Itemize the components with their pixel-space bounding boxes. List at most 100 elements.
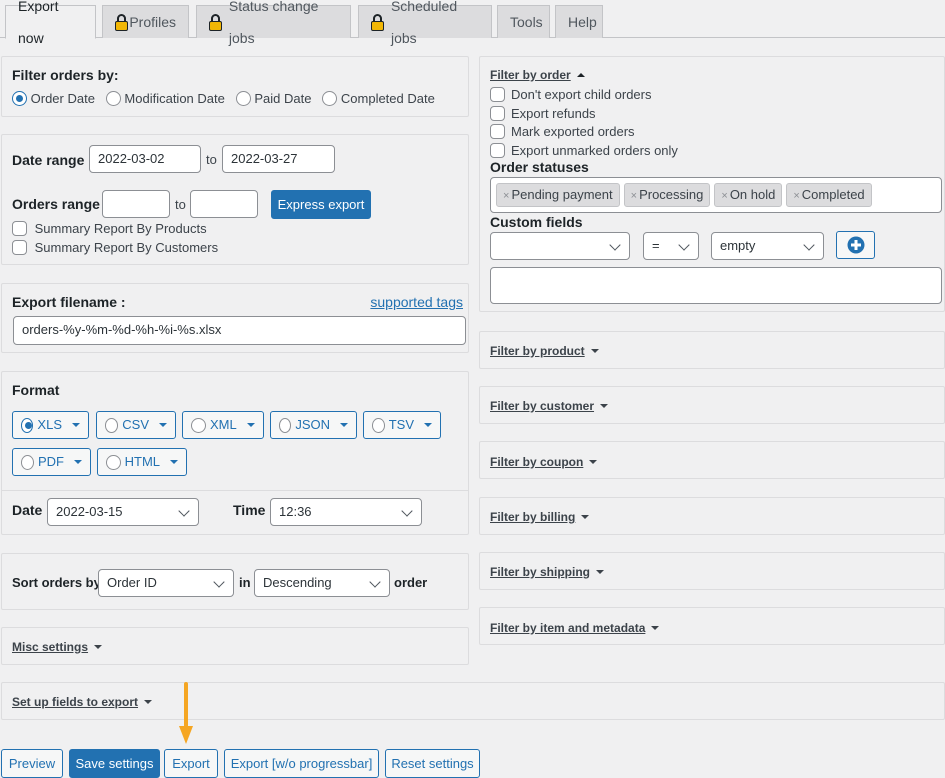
tab-scheduled-jobs[interactable]: Scheduled jobs bbox=[358, 0, 492, 46]
radio-modification-date[interactable]: Modification Date bbox=[105, 91, 225, 106]
child-orders-checkbox[interactable] bbox=[490, 87, 505, 102]
radio-button[interactable] bbox=[105, 91, 121, 106]
tab-profiles[interactable]: Profiles bbox=[102, 5, 189, 38]
unmarked-only-row[interactable]: Export unmarked orders only bbox=[490, 143, 678, 158]
divider bbox=[2, 490, 468, 491]
mark-exported-checkbox[interactable] bbox=[490, 124, 505, 139]
custom-field-operator-select[interactable]: = bbox=[643, 232, 699, 260]
child-orders-row[interactable]: Don't export child orders bbox=[490, 87, 652, 102]
export-button[interactable]: Export bbox=[164, 749, 218, 778]
radio-button[interactable] bbox=[105, 417, 119, 433]
format-pdf[interactable]: PDF bbox=[12, 448, 91, 476]
filter-customer-toggle[interactable]: Filter by customer bbox=[490, 399, 609, 413]
filter-shipping-toggle[interactable]: Filter by shipping bbox=[490, 565, 605, 579]
misc-settings-toggle[interactable]: Misc settings bbox=[12, 640, 103, 654]
export-refunds-row[interactable]: Export refunds bbox=[490, 106, 596, 121]
caret-down-icon bbox=[590, 349, 599, 353]
chevron-down-icon bbox=[213, 576, 225, 588]
tab-export-now[interactable]: Export now bbox=[5, 0, 96, 46]
format-json[interactable]: JSON bbox=[270, 411, 357, 439]
order-statuses-label: Order statuses bbox=[490, 159, 589, 175]
radio-button[interactable] bbox=[279, 417, 292, 433]
filter-billing-toggle[interactable]: Filter by billing bbox=[490, 510, 590, 524]
remove-tag-icon[interactable]: × bbox=[721, 190, 727, 202]
sort-direction-select[interactable]: Descending bbox=[254, 569, 390, 597]
radio-button[interactable] bbox=[372, 417, 385, 433]
orders-from-input[interactable] bbox=[102, 190, 170, 218]
sort-label: Sort orders by bbox=[12, 575, 101, 590]
filter-by-order-panel: Filter by order Don't export child order… bbox=[479, 56, 945, 312]
format-xml[interactable]: XML bbox=[182, 411, 264, 439]
express-export-button[interactable]: Express export bbox=[271, 190, 371, 219]
filter-product-toggle[interactable]: Filter by product bbox=[490, 344, 599, 358]
radio-paid-date[interactable]: Paid Date bbox=[235, 91, 311, 106]
supported-tags-link[interactable]: supported tags bbox=[370, 294, 463, 310]
caret-down-icon bbox=[589, 460, 598, 464]
time-select[interactable]: 12:36 bbox=[270, 498, 422, 526]
date-select[interactable]: 2022-03-15 bbox=[47, 498, 199, 526]
radio-button[interactable] bbox=[322, 91, 338, 106]
filter-orders-by-title: Filter orders by: bbox=[12, 67, 119, 83]
tab-status-change-jobs[interactable]: Status change jobs bbox=[196, 0, 351, 46]
tab-tools[interactable]: Tools bbox=[497, 5, 550, 38]
filter-date-options: Order Date Modification Date Paid Date C… bbox=[12, 91, 435, 106]
radio-order-date[interactable]: Order Date bbox=[12, 91, 95, 106]
filter-orders-by-panel: Filter orders by: Order Date Modificatio… bbox=[1, 56, 469, 117]
radio-completed-date[interactable]: Completed Date bbox=[322, 91, 435, 106]
export-refunds-checkbox[interactable] bbox=[490, 106, 505, 121]
remove-tag-icon[interactable]: × bbox=[503, 190, 509, 202]
save-settings-button[interactable]: Save settings bbox=[69, 749, 160, 778]
tab-label: Scheduled jobs bbox=[390, 0, 458, 46]
radio-button[interactable] bbox=[21, 454, 34, 470]
date-from-input[interactable]: 2022-03-02 bbox=[89, 145, 201, 173]
order-statuses-input[interactable]: × Pending payment × Processing × On hold × Comp… bbox=[490, 177, 942, 213]
remove-tag-icon[interactable]: × bbox=[631, 190, 637, 202]
status-tag: × Pending payment bbox=[496, 183, 620, 207]
custom-field-value-select[interactable]: empty bbox=[711, 232, 824, 260]
date-to-input[interactable]: 2022-03-27 bbox=[222, 145, 335, 173]
custom-field-key-select[interactable] bbox=[490, 232, 630, 260]
filter-item-metadata-toggle[interactable]: Filter by item and metadata bbox=[490, 621, 660, 635]
sort-field-select[interactable]: Order ID bbox=[98, 569, 234, 597]
radio-button[interactable] bbox=[12, 91, 27, 106]
caret-down-icon bbox=[74, 460, 82, 464]
radio-button[interactable] bbox=[106, 454, 121, 470]
summary-customers-checkbox[interactable] bbox=[12, 240, 27, 255]
format-html[interactable]: HTML bbox=[97, 448, 187, 476]
format-tsv[interactable]: TSV bbox=[363, 411, 441, 439]
time-label: Time bbox=[233, 502, 266, 518]
radio-button[interactable] bbox=[21, 417, 34, 433]
tab-label: Export now bbox=[18, 0, 59, 46]
chevron-down-icon bbox=[609, 239, 621, 251]
reset-settings-button[interactable]: Reset settings bbox=[385, 749, 480, 778]
filter-shipping-panel: Filter by shipping bbox=[479, 552, 945, 590]
orders-range-label: Orders range bbox=[12, 196, 100, 212]
status-tag: × Processing bbox=[623, 183, 711, 207]
caret-down-icon bbox=[170, 460, 178, 464]
summary-products-row[interactable]: Summary Report By Products bbox=[12, 221, 207, 236]
caret-down-icon bbox=[596, 570, 605, 574]
export-filename-label: Export filename : bbox=[12, 294, 126, 310]
summary-customers-row[interactable]: Summary Report By Customers bbox=[12, 240, 218, 255]
format-csv[interactable]: CSV bbox=[96, 411, 176, 439]
radio-button[interactable] bbox=[235, 91, 251, 106]
setup-fields-toggle[interactable]: Set up fields to export bbox=[12, 695, 153, 709]
orders-to-input[interactable] bbox=[190, 190, 258, 218]
chevron-down-icon bbox=[178, 505, 190, 517]
add-custom-field-button[interactable] bbox=[836, 231, 875, 259]
caret-down-icon bbox=[246, 423, 255, 427]
preview-button[interactable]: Preview bbox=[1, 749, 63, 778]
unmarked-only-checkbox[interactable] bbox=[490, 143, 505, 158]
export-filename-input[interactable]: orders-%y-%m-%d-%h-%i-%s.xlsx bbox=[13, 316, 466, 345]
filter-coupon-toggle[interactable]: Filter by coupon bbox=[490, 455, 598, 469]
export-no-progressbar-button[interactable]: Export [w/o progressbar] bbox=[224, 749, 379, 778]
filter-by-order-toggle[interactable]: Filter by order bbox=[490, 68, 585, 82]
annotation-arrow-icon bbox=[179, 682, 193, 744]
tab-help[interactable]: Help bbox=[555, 5, 603, 38]
custom-fields-textarea[interactable] bbox=[490, 267, 942, 304]
format-xls[interactable]: XLS bbox=[12, 411, 89, 439]
remove-tag-icon[interactable]: × bbox=[793, 190, 799, 202]
summary-products-checkbox[interactable] bbox=[12, 221, 27, 236]
radio-button[interactable] bbox=[191, 417, 206, 433]
mark-exported-row[interactable]: Mark exported orders bbox=[490, 124, 635, 139]
